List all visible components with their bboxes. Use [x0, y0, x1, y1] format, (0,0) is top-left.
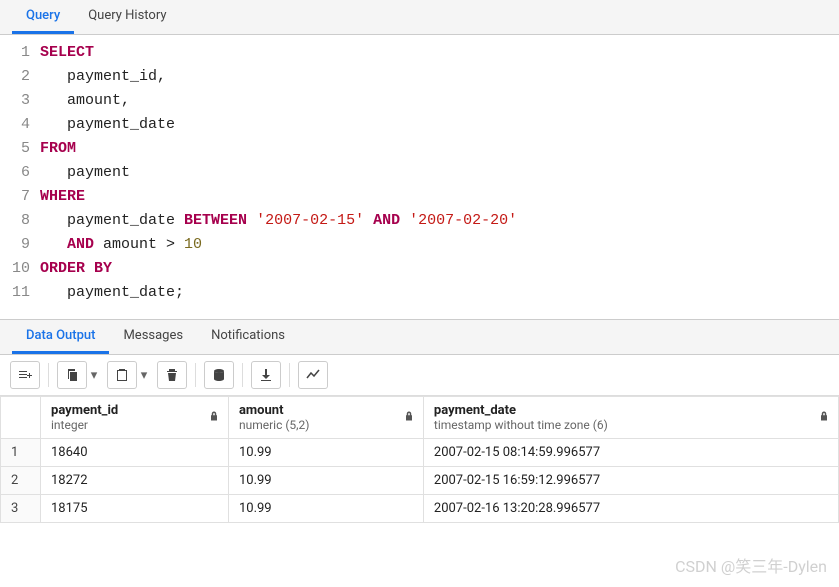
- database-icon: [211, 367, 227, 383]
- cell-payment_date[interactable]: 2007-02-15 08:14:59.996577: [423, 439, 838, 467]
- paste-button[interactable]: [107, 361, 137, 389]
- lock-icon: [403, 410, 415, 426]
- column-header-payment_id[interactable]: payment_idinteger: [41, 397, 229, 439]
- chart-button[interactable]: [298, 361, 328, 389]
- cell-payment_id[interactable]: 18272: [41, 467, 229, 495]
- copy-icon: [64, 367, 80, 383]
- cell-amount[interactable]: 10.99: [228, 467, 423, 495]
- lock-icon: [208, 410, 220, 426]
- tab-query-history[interactable]: Query History: [74, 0, 180, 34]
- download-button[interactable]: [251, 361, 281, 389]
- watermark: CSDN @笑三年-Dylen: [675, 553, 827, 577]
- paste-icon: [114, 367, 130, 383]
- result-tabs: Data Output Messages Notifications: [0, 319, 839, 355]
- results-body: 11864010.992007-02-15 08:14:59.996577218…: [1, 439, 839, 523]
- save-data-button[interactable]: [204, 361, 234, 389]
- cell-payment_date[interactable]: 2007-02-15 16:59:12.996577: [423, 467, 838, 495]
- download-icon: [258, 367, 274, 383]
- row-number: 2: [1, 467, 41, 495]
- row-number: 3: [1, 495, 41, 523]
- lock-icon: [818, 410, 830, 426]
- column-header-payment_date[interactable]: payment_datetimestamp without time zone …: [423, 397, 838, 439]
- copy-menu-chevron[interactable]: ▾: [87, 368, 101, 383]
- line-gutter: 1234567891011: [0, 41, 40, 305]
- sql-editor[interactable]: 1234567891011 SELECT payment_id, amount,…: [0, 35, 839, 319]
- add-row-icon: [17, 367, 33, 383]
- results-header-row: payment_idintegeramountnumeric (5,2)paym…: [1, 397, 839, 439]
- rownum-header: [1, 397, 41, 439]
- paste-menu-chevron[interactable]: ▾: [137, 368, 151, 383]
- table-row[interactable]: 11864010.992007-02-15 08:14:59.996577: [1, 439, 839, 467]
- cell-payment_id[interactable]: 18175: [41, 495, 229, 523]
- tab-messages[interactable]: Messages: [109, 320, 197, 354]
- cell-amount[interactable]: 10.99: [228, 439, 423, 467]
- table-row[interactable]: 21827210.992007-02-15 16:59:12.996577: [1, 467, 839, 495]
- chart-line-icon: [305, 367, 321, 383]
- editor-tabs: Query Query History: [0, 0, 839, 35]
- row-number: 1: [1, 439, 41, 467]
- cell-payment_id[interactable]: 18640: [41, 439, 229, 467]
- table-row[interactable]: 31817510.992007-02-16 13:20:28.996577: [1, 495, 839, 523]
- add-row-button[interactable]: [10, 361, 40, 389]
- tab-notifications[interactable]: Notifications: [197, 320, 299, 354]
- trash-icon: [164, 367, 180, 383]
- column-header-amount[interactable]: amountnumeric (5,2): [228, 397, 423, 439]
- copy-button[interactable]: [57, 361, 87, 389]
- code-area[interactable]: SELECT payment_id, amount, payment_dateF…: [40, 41, 839, 305]
- delete-button[interactable]: [157, 361, 187, 389]
- tab-data-output[interactable]: Data Output: [12, 320, 109, 354]
- results-table: payment_idintegeramountnumeric (5,2)paym…: [0, 396, 839, 523]
- cell-amount[interactable]: 10.99: [228, 495, 423, 523]
- results-toolbar: ▾ ▾: [0, 355, 839, 396]
- cell-payment_date[interactable]: 2007-02-16 13:20:28.996577: [423, 495, 838, 523]
- tab-query[interactable]: Query: [12, 0, 74, 34]
